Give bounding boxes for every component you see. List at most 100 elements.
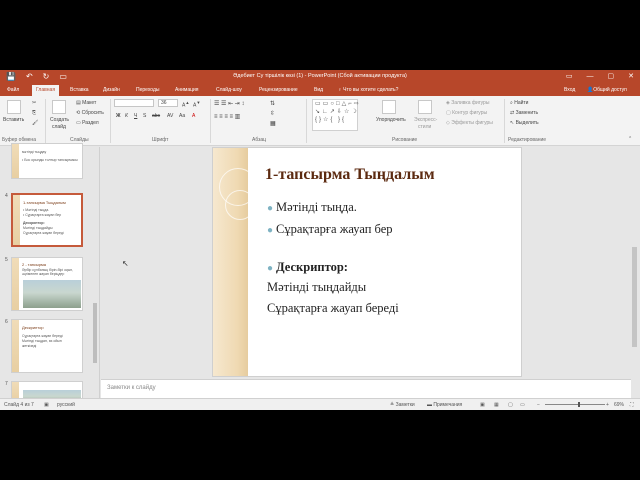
normal-view-icon[interactable]: ▣: [480, 402, 485, 408]
notes-toggle[interactable]: ≜ Заметки: [390, 402, 415, 408]
quick-styles-label-1[interactable]: Экспресс-: [414, 117, 437, 123]
slide-bullet[interactable]: ● Сұрақтарға жауап бер: [267, 222, 393, 237]
shadow-icon[interactable]: S: [143, 113, 146, 119]
close-button[interactable]: ✕: [628, 72, 634, 82]
slide-thumbnail-3[interactable]: мәтінді тыңдау • Бос орынды толтыр тапсы…: [11, 143, 83, 179]
tab-review[interactable]: Рецензирование: [259, 87, 298, 93]
tab-slideshow[interactable]: Слайд-шоу: [216, 87, 242, 93]
shape-effects-button[interactable]: ◇ Эффекты фигуры: [446, 120, 493, 126]
group-separator: [45, 99, 46, 143]
ribbon: Вставить ✂ ⎘ 🖌 Буфер обмена Создать слай…: [0, 96, 640, 146]
replace-label: Заменить: [515, 110, 539, 116]
shape-outline-button[interactable]: ▢ Контур фигуры: [446, 110, 487, 116]
scrollbar-thumb[interactable]: [93, 303, 97, 363]
tab-insert[interactable]: Вставка: [70, 87, 89, 93]
slide-text-line[interactable]: Мәтінді тыңдайды: [267, 280, 366, 295]
reading-view-icon[interactable]: ▢: [508, 402, 513, 408]
fit-to-window-icon[interactable]: ⛶: [630, 402, 634, 408]
align-icon[interactable]: ≡ ≡ ≡ ≡ ▥: [214, 113, 240, 120]
change-case-icon[interactable]: Aa: [179, 113, 185, 119]
scrollbar-thumb[interactable]: [632, 247, 637, 347]
slide-thumbnail-4[interactable]: 1-тапсырма Тыңдалым • Мәтінді тыңда. • С…: [11, 193, 83, 247]
layout-button[interactable]: ▤ Макет: [76, 100, 96, 106]
slide-bullet[interactable]: ● Дескриптор:: [267, 260, 348, 275]
tab-transitions[interactable]: Переходы: [136, 87, 159, 93]
thumb-number: 6: [5, 319, 8, 325]
align-text-icon[interactable]: ⇳: [270, 110, 275, 117]
slide-editing-area: 1-тапсырма Тыңдалым ● Мәтінді тыңда. ● Сұр…: [101, 147, 631, 377]
thumbnails-scrollbar[interactable]: [93, 153, 98, 393]
paste-icon[interactable]: [7, 100, 21, 114]
zoom-level[interactable]: 69%: [614, 402, 624, 408]
spacing-icon[interactable]: AV: [167, 113, 173, 119]
bullet-icon: ●: [267, 225, 274, 236]
spellcheck-icon[interactable]: ▣: [44, 402, 49, 408]
notes-pane[interactable]: Заметки к слайду: [101, 379, 631, 398]
font-color-icon[interactable]: A: [192, 113, 195, 119]
maximize-button[interactable]: ▢: [608, 72, 615, 82]
reset-label: Сбросить: [81, 110, 104, 116]
thumb-line: Сұрақтарға жауап береді: [22, 334, 63, 338]
shrink-font-icon[interactable]: A▼: [193, 100, 200, 109]
reset-button[interactable]: ⟲ Сбросить: [76, 110, 104, 116]
new-slide-label-2[interactable]: слайд: [52, 124, 66, 130]
share-button[interactable]: 👤Общий доступ: [587, 87, 627, 93]
zoom-in-button[interactable]: +: [606, 402, 609, 408]
cut-icon[interactable]: ✂: [32, 100, 36, 106]
collapse-ribbon-icon[interactable]: ⌃: [628, 136, 632, 142]
find-button[interactable]: ⌕ Найти: [510, 100, 528, 106]
bold-icon[interactable]: Ж: [116, 113, 121, 119]
slide-sorter-icon[interactable]: ▦: [494, 402, 499, 408]
slide-thumbnail-6[interactable]: Дескриптор Сұрақтарға жауап береді Мәтін…: [11, 319, 83, 373]
arrange-icon[interactable]: [382, 100, 396, 114]
strikethrough-icon[interactable]: abc: [152, 113, 160, 119]
comments-toggle[interactable]: ▬ Примечания: [427, 402, 462, 408]
tab-home[interactable]: Главная: [32, 85, 60, 96]
font-size-box[interactable]: 36: [158, 99, 178, 107]
tab-file[interactable]: Файл: [7, 87, 19, 93]
slideshow-view-icon[interactable]: ▭: [520, 402, 525, 408]
smartart-icon[interactable]: ▦: [270, 120, 276, 127]
italic-icon[interactable]: К: [125, 113, 128, 119]
language-indicator[interactable]: русский: [57, 402, 75, 408]
slide-title[interactable]: 1-тапсырма Тыңдалым: [265, 166, 435, 184]
replace-button[interactable]: ⇄ Заменить: [510, 110, 538, 116]
minimize-button[interactable]: —: [587, 72, 594, 82]
text-direction-icon[interactable]: ⇅: [270, 100, 275, 107]
slide-thumbnail-5[interactable]: 2 - тапсырма Әрбір сұлбаның бірін-бірі о…: [11, 257, 83, 311]
thumb-line: Сұрақтарға жауап береді: [23, 231, 64, 235]
font-name-box[interactable]: [114, 99, 154, 107]
tab-view[interactable]: Вид: [314, 87, 323, 93]
paste-label[interactable]: Вставить: [3, 117, 24, 123]
current-slide[interactable]: 1-тапсырма Тыңдалым ● Мәтінді тыңда. ● Сұр…: [212, 147, 522, 377]
bullets-icon[interactable]: ☰ ☰ ⇤ ⇥ ↕: [214, 100, 244, 107]
slide-text-line[interactable]: Сұрақтарға жауап береді: [267, 301, 399, 316]
select-button[interactable]: ↖ Выделить: [510, 120, 539, 126]
tab-animations[interactable]: Анимация: [175, 87, 198, 93]
signin-link[interactable]: Вход: [564, 87, 575, 93]
section-button[interactable]: ▭ Раздел: [76, 120, 99, 126]
quick-styles-label-2[interactable]: стили: [418, 124, 431, 130]
new-slide-label-1[interactable]: Создать: [50, 117, 69, 123]
copy-icon[interactable]: ⎘: [32, 110, 36, 116]
ribbon-tabs: Файл Главная Вставка Дизайн Переходы Ани…: [0, 84, 640, 96]
thumb-decor: [13, 195, 20, 245]
quick-styles-icon[interactable]: [418, 100, 432, 114]
zoom-slider[interactable]: [545, 404, 605, 405]
arrange-label[interactable]: Упорядочить: [376, 117, 406, 123]
tab-design[interactable]: Дизайн: [103, 87, 120, 93]
shape-fill-button[interactable]: ◈ Заливка фигуры: [446, 100, 489, 106]
slide-scrollbar[interactable]: [631, 147, 640, 401]
grow-font-icon[interactable]: A▲: [182, 100, 189, 109]
new-slide-icon[interactable]: [52, 100, 66, 114]
format-painter-icon[interactable]: 🖌: [32, 120, 38, 126]
zoom-slider-knob[interactable]: [578, 402, 580, 407]
slide-bullet[interactable]: ● Мәтінді тыңда.: [267, 200, 357, 215]
zoom-out-button[interactable]: −: [537, 402, 540, 408]
shapes-gallery[interactable]: ▭▭○□△⌐⇨ ↘∟↗⇩☆☽ {}☆{ }{: [312, 99, 359, 131]
underline-icon[interactable]: Ч: [134, 113, 137, 119]
group-drawing-label: Рисование: [392, 137, 418, 143]
powerpoint-window: 💾 ↶ ↻ ▭ Әдебиет Су тіршілік көзі (1) - P…: [0, 70, 640, 410]
ribbon-display-icon[interactable]: ▭: [566, 72, 573, 82]
tell-me-search[interactable]: ♀ Что вы хотите сделать?: [338, 87, 398, 93]
